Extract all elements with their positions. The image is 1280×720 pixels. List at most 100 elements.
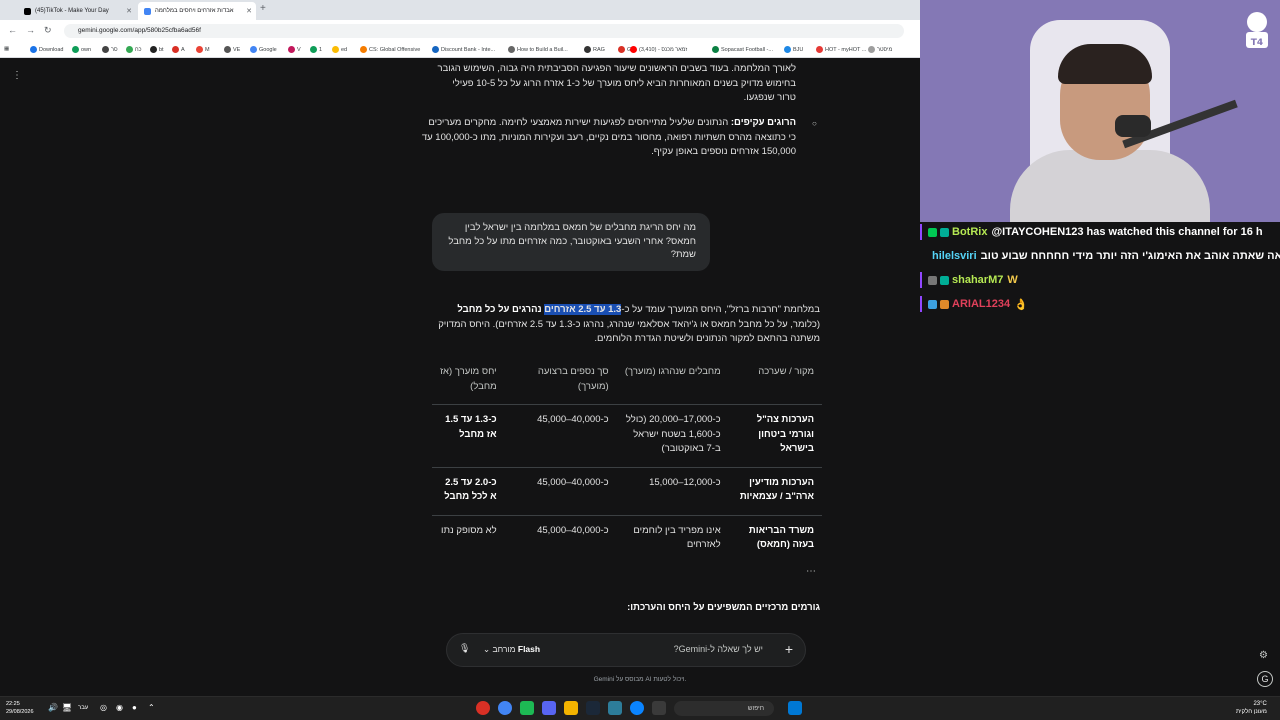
table-cell: הערכות צה"ל וגורמי ביטחון בישראל [728,404,822,467]
bookmark-item[interactable]: Download [30,46,63,53]
tab-title: אבדות אזרחים ויחסים במלחמה [155,8,234,14]
table-row: משרד הבריאות בעזה (חמאס) אינו מפריד בין … [432,514,822,563]
table-header: יחס מוערך (אז מחבל) [439,366,497,392]
bookmark-item[interactable]: ed [332,46,347,53]
prompt-input[interactable]: יש לך שאלה ל-Gemini? [674,644,763,654]
chat-username: BotRix [952,226,988,238]
forward-icon[interactable]: → [26,25,35,35]
back-icon[interactable]: ← [8,25,17,35]
bookmark-item[interactable]: Discount Bank - Inte... [432,46,495,53]
table-cell: כ-17,000–20,000 (כולל כ-1,600 בשטח ישראל… [616,404,729,467]
clock-time: 22:25 [6,701,20,707]
bookmark-item[interactable]: BJU [784,46,803,53]
more-options-icon[interactable]: ⋮ [12,70,22,81]
stream-chat-overlay: BotRix @ITAYCOHEN123 has watched this ch… [920,222,1280,322]
bookmark-item[interactable]: How to Build a Buil... [508,46,568,53]
table-header: מקור / שערכה [758,366,814,377]
app-icon[interactable] [608,701,622,715]
table-cell: אינו מפריד בין לוחמים לאזרחים [616,514,729,563]
bookmarks-bar: ▦ Download own סר כח bt A M VE Google V … [0,42,920,58]
bookmark-item[interactable]: סר [102,46,118,53]
volume-icon[interactable]: 🔊 [48,703,58,712]
table-cell: כ-40,000–45,000 [504,514,617,563]
answer-intro: במלחמת "חרבות ברזל", היחס המוערך עומד על… [432,303,820,347]
bookmark-item[interactable]: Sopacast Football -... [712,46,773,53]
close-tab-icon[interactable]: ✕ [126,7,132,15]
bookmark-item[interactable]: CS: Global Offensive [360,46,420,53]
settings-icon[interactable]: ⚙ [1259,650,1268,661]
notification-icon[interactable]: ◎ [100,703,107,712]
channel-logo-icon: T4 [1246,12,1268,48]
gemini-side-icon[interactable]: G [1257,671,1273,687]
bookmark-item[interactable]: V [288,46,301,53]
streamer-body [1010,150,1210,222]
sub-badge-icon [928,275,937,285]
bookmark-item[interactable]: Google [250,46,277,53]
tab-gemini[interactable]: אבדות אזרחים ויחסים במלחמה ✕ [138,2,256,20]
gift-badge-icon [940,299,949,309]
steam-icon[interactable] [586,701,600,715]
gemini-icon [144,7,151,15]
url-input[interactable]: gemini.google.com/app/580b25cfba6ad56f [64,24,904,38]
app-icon[interactable] [476,701,490,715]
disclaimer-text: Gemini מבוסס על AI ויכול לטעות. [593,676,687,683]
spotify-icon[interactable] [520,701,534,715]
edge-icon[interactable] [630,701,644,715]
bookmark-item[interactable]: own [72,46,91,53]
answer-text: במלחמת "חרבות ברזל", היחס המוערך עומד על… [621,304,820,315]
chat-text: W [1007,274,1018,286]
network-icon[interactable]: 🖥 [62,703,72,712]
gemini-chat-area: ⋮ לאורך המלחמה. בעוד בשבים הראשונים שיעו… [0,58,920,696]
svg-text:T4: T4 [1251,38,1263,48]
table-header-row: מקור / שערכה מחבלים שנהרגו (מוערך) סך נס… [432,363,822,405]
microphone-icon[interactable]: 🎙 [459,643,470,654]
taskbar-clock[interactable]: 22:25 29/08/2026 [6,700,34,716]
chat-text: @ITAYCOHEN123 has watched this channel f… [991,226,1263,238]
tiktok-icon [24,7,31,15]
bookmark-item[interactable]: bt [150,46,164,53]
folder-icon[interactable] [564,701,578,715]
add-attachment-button[interactable]: + [785,641,793,657]
bullet-icon: ○ [812,119,817,128]
apps-icon[interactable]: ▦ [4,46,9,52]
bookmark-item[interactable]: מיסטר [868,46,892,53]
language-indicator[interactable]: עבר [78,705,88,711]
discord-icon[interactable] [542,701,556,715]
app-tray-icon[interactable]: ◉ [116,703,123,712]
taskbar-search[interactable]: חיפוש [674,701,774,716]
bookmark-item[interactable]: כח [126,46,142,53]
weather-widget[interactable]: 23°C מעונן חלקית [1236,700,1267,716]
bookmark-item[interactable]: VE [224,46,240,53]
table-header: מחבלים שנהרגו (מוערך) [624,366,721,377]
mod-badge-icon [928,227,937,237]
close-tab-icon[interactable]: ✕ [246,7,252,15]
bookmark-item[interactable]: 1 [310,46,322,53]
model-selector[interactable]: ⌄ מורחב Flash [483,644,540,655]
bookmark-item[interactable]: M [196,46,210,53]
sub-badge-icon [928,299,937,309]
tray-icon[interactable]: ● [132,703,137,712]
app-icon[interactable] [652,701,666,715]
table-more-icon[interactable]: ⋯ [806,566,816,577]
bookmark-item[interactable]: (3,410) - זמאר מכנס [630,46,687,53]
chat-username: shaharM7 [952,274,1004,286]
bookmark-item[interactable]: A [172,46,185,53]
bullet-heading: הרוגים עקיפים: [730,117,796,128]
reload-icon[interactable]: ↻ [44,25,52,36]
chat-text: אה שאתה אוהב את האימוג'י הזה יותר מידי ח… [980,250,1280,262]
chevron-up-icon[interactable]: ⌃ [148,703,155,712]
new-tab-button[interactable]: + [260,3,266,14]
prompt-box[interactable]: + יש לך שאלה ל-Gemini? ⌄ מורחב Flash 🎙 [446,633,806,667]
microphone [1115,115,1151,137]
tab-tiktok[interactable]: (45)TikTok - Make Your Day ✕ [18,2,136,20]
bookmark-item[interactable]: HOT - myHOT ... [816,46,866,53]
clock-date: 29/08/2026 [6,709,34,715]
windows-start-icon[interactable] [788,701,802,715]
section-heading: גורמים מרכזיים המשפיעים על היחס והערכתו: [627,602,820,613]
bot-badge-icon [940,275,949,285]
selected-text[interactable]: 1.3 עד 2.5 אזרחים [544,304,622,315]
answer-bullet: הרוגים עקיפים: הנתונים שלעיל מתייחסים לפ… [420,116,796,160]
weather-desc: מעונן חלקית [1236,709,1267,715]
chrome-icon[interactable] [498,701,512,715]
bookmark-item[interactable]: RAG [584,46,605,53]
